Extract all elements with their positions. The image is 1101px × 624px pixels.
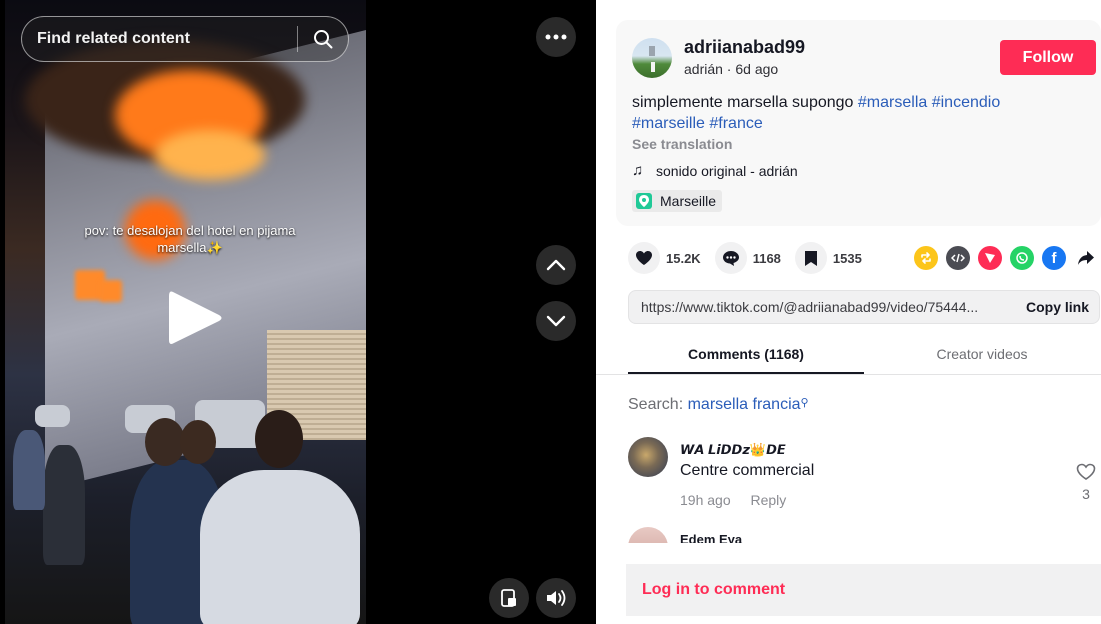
- search-icon[interactable]: [298, 16, 348, 62]
- bystander: [200, 470, 360, 624]
- music-title: sonido original - adrián: [656, 162, 798, 179]
- avatar[interactable]: [628, 437, 668, 477]
- heart-icon: [628, 242, 660, 274]
- search-suggestion[interactable]: Search: marsella francia⚲: [628, 396, 809, 414]
- like-button[interactable]: 15.2K: [628, 242, 701, 274]
- location-pin-icon: [636, 193, 652, 209]
- action-bar: 15.2K 1168 1535: [628, 242, 876, 274]
- copy-link-button[interactable]: Copy link: [1016, 299, 1099, 315]
- whatsapp-icon[interactable]: [1010, 246, 1034, 270]
- author-subline: adrián · 6d ago: [684, 61, 779, 77]
- chevron-up-icon[interactable]: [536, 245, 576, 285]
- tab-comments[interactable]: Comments (1168): [628, 334, 864, 374]
- location-name: Marseille: [660, 193, 717, 209]
- post-description: simplemente marsella supongo #marsella #…: [632, 92, 1082, 134]
- search-suggestion-prefix: Search:: [628, 396, 684, 413]
- bystander: [43, 445, 85, 565]
- tiktok-video-page: pov: te desalojan del hotel en pijama ma…: [0, 0, 1101, 624]
- send-icon[interactable]: [978, 246, 1002, 270]
- video-area: pov: te desalojan del hotel en pijama ma…: [0, 0, 596, 624]
- display-name: adrián: [684, 61, 723, 77]
- hashtag-link[interactable]: #marsella: [858, 94, 927, 111]
- heart-icon[interactable]: [1076, 463, 1096, 484]
- music-note-icon: ♫: [632, 162, 644, 179]
- search-suggestion-term[interactable]: marsella francia: [688, 396, 801, 413]
- video-player[interactable]: pov: te desalojan del hotel en pijama ma…: [5, 0, 366, 624]
- follow-button[interactable]: Follow: [1000, 40, 1096, 75]
- related-content-search[interactable]: Find related content: [21, 16, 349, 62]
- bookmark-count: 1535: [832, 250, 862, 266]
- post-time: 6d ago: [735, 61, 779, 77]
- comments-fade: [596, 543, 1101, 565]
- comment-like-count: 3: [1082, 486, 1090, 502]
- caption-line: marsella✨: [157, 240, 223, 255]
- hashtag-link[interactable]: #france: [709, 115, 762, 132]
- video-caption: pov: te desalojan del hotel en pijama ma…: [60, 222, 320, 256]
- login-to-comment-bar[interactable]: Log in to comment: [626, 564, 1101, 616]
- details-panel: adriianabad99 adrián · 6d ago Follow sim…: [596, 0, 1101, 624]
- comment-count: 1168: [752, 250, 781, 266]
- comment-time: 19h ago: [680, 492, 731, 508]
- comment-button[interactable]: 1168: [714, 242, 781, 274]
- pip-icon[interactable]: [489, 578, 529, 618]
- bystander-head: [145, 418, 185, 466]
- username[interactable]: adriianabad99: [684, 37, 805, 58]
- comment-author[interactable]: 𝙒𝘼 𝙇𝙞𝘿𝘿𝙯👑𝘿𝙀: [680, 442, 786, 458]
- hashtag-link[interactable]: #marseille: [632, 115, 705, 132]
- description-text: simplemente marsella supongo: [632, 94, 854, 111]
- play-icon[interactable]: [167, 288, 225, 348]
- caption-line: pov: te desalojan del hotel en pijama: [84, 223, 296, 238]
- more-icon[interactable]: [536, 17, 576, 57]
- like-count: 15.2K: [666, 250, 701, 266]
- bystander-head: [180, 420, 216, 464]
- bystander-head: [255, 410, 303, 468]
- location-tag[interactable]: Marseille: [632, 190, 723, 212]
- tabs: Comments (1168) Creator videos: [596, 334, 1101, 375]
- volume-icon[interactable]: [536, 578, 576, 618]
- facebook-icon[interactable]: f: [1042, 246, 1066, 270]
- search-input[interactable]: Find related content: [37, 30, 297, 48]
- comment-icon: [714, 242, 747, 274]
- parked-car: [35, 405, 70, 427]
- bystander: [13, 430, 45, 510]
- share-link-box: https://www.tiktok.com/@adriianabad99/vi…: [628, 290, 1100, 324]
- see-translation-link[interactable]: See translation: [632, 136, 732, 152]
- chevron-down-icon[interactable]: [536, 301, 576, 341]
- fire-flame: [155, 130, 265, 180]
- avatar[interactable]: [632, 38, 672, 78]
- reply-button[interactable]: Reply: [751, 492, 787, 508]
- bookmark-icon: [794, 242, 827, 274]
- share-icons: f: [914, 246, 1101, 270]
- embed-icon[interactable]: [946, 246, 970, 270]
- music-link[interactable]: ♫ sonido original - adrián: [632, 162, 798, 179]
- repost-icon[interactable]: [914, 246, 938, 270]
- bookmark-button[interactable]: 1535: [794, 242, 862, 274]
- share-arrow-icon[interactable]: [1074, 246, 1098, 270]
- window-fire: [100, 280, 122, 302]
- comment-meta: 19h ago Reply: [680, 492, 786, 508]
- tab-creator-videos[interactable]: Creator videos: [864, 334, 1100, 374]
- post-info-card: adriianabad99 adrián · 6d ago Follow sim…: [616, 20, 1101, 226]
- login-to-comment-link[interactable]: Log in to comment: [642, 581, 785, 599]
- comment-like[interactable]: 3: [1074, 463, 1098, 502]
- hashtag-link[interactable]: #incendio: [932, 94, 1001, 111]
- comment-text: Centre commercial: [680, 462, 815, 479]
- share-link-url[interactable]: https://www.tiktok.com/@adriianabad99/vi…: [629, 299, 1016, 315]
- search-icon: ⚲: [800, 397, 809, 409]
